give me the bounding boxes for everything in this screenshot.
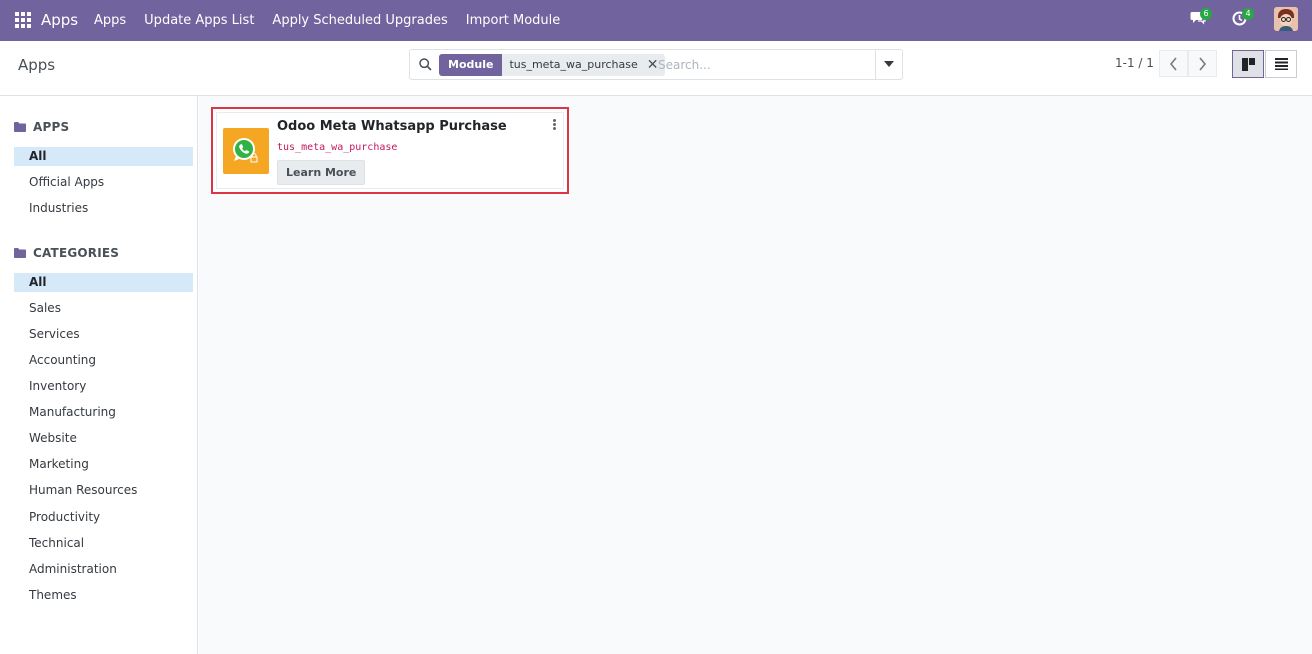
apps-filter-all[interactable]: All [14, 147, 193, 166]
activities-button[interactable]: 4 [1232, 8, 1254, 29]
app-brand[interactable]: Apps [41, 11, 78, 29]
whatsapp-icon [233, 138, 258, 163]
pager-previous-button[interactable] [1159, 50, 1188, 77]
facet-value: tus_meta_wa_purchase [509, 58, 638, 71]
apps-grid-icon[interactable] [15, 12, 31, 28]
control-panel: Apps Module tus_meta_wa_purchase ✕ 1-1 /… [0, 41, 1312, 96]
category-technical[interactable]: Technical [14, 534, 193, 553]
chevron-left-icon [1170, 57, 1177, 71]
activities-count-badge: 4 [1242, 8, 1254, 20]
caret-down-icon [884, 61, 894, 67]
chevron-right-icon [1199, 57, 1206, 71]
category-manufacturing[interactable]: Manufacturing [14, 403, 193, 422]
close-icon[interactable]: ✕ [647, 54, 659, 76]
search-bar[interactable]: Module tus_meta_wa_purchase ✕ [409, 49, 903, 80]
search-input[interactable] [658, 55, 868, 75]
category-human-resources[interactable]: Human Resources [14, 481, 193, 500]
category-inventory[interactable]: Inventory [14, 377, 193, 396]
search-options-toggle[interactable] [875, 50, 902, 79]
menu-apply-scheduled-upgrades[interactable]: Apply Scheduled Upgrades [272, 13, 447, 28]
messages-count-badge: 6 [1200, 8, 1212, 20]
kanban-area: Odoo Meta Whatsapp Purchase tus_meta_wa_… [199, 96, 1312, 654]
app-icon [223, 128, 269, 174]
category-administration[interactable]: Administration [14, 560, 193, 579]
categories-heading-label: CATEGORIES [33, 246, 120, 260]
breadcrumb: Apps [18, 56, 56, 74]
category-services[interactable]: Services [14, 325, 193, 344]
module-card-highlight: Odoo Meta Whatsapp Purchase tus_meta_wa_… [211, 107, 569, 194]
apps-filter-official[interactable]: Official Apps [14, 173, 193, 192]
category-accounting[interactable]: Accounting [14, 351, 193, 370]
search-panel: APPS All Official Apps Industries CATEGO… [0, 96, 198, 654]
main-menu: Apps Update Apps List Apply Scheduled Up… [94, 13, 578, 28]
categories-section-heading: CATEGORIES [14, 246, 119, 260]
category-themes[interactable]: Themes [14, 586, 193, 605]
facet-label: Module [439, 54, 503, 76]
kanban-view-button[interactable] [1232, 50, 1264, 78]
category-website[interactable]: Website [14, 429, 193, 448]
category-marketing[interactable]: Marketing [14, 455, 193, 474]
pager-next-button[interactable] [1188, 50, 1217, 77]
apps-heading-label: APPS [33, 120, 70, 134]
module-card[interactable]: Odoo Meta Whatsapp Purchase tus_meta_wa_… [216, 112, 564, 189]
list-icon [1275, 58, 1288, 70]
folder-icon [14, 122, 26, 132]
menu-import-module[interactable]: Import Module [466, 13, 561, 28]
menu-update-apps-list[interactable]: Update Apps List [144, 13, 254, 28]
menu-apps[interactable]: Apps [94, 13, 126, 28]
module-technical-name: tus_meta_wa_purchase [277, 142, 398, 153]
category-productivity[interactable]: Productivity [14, 508, 193, 527]
module-title: Odoo Meta Whatsapp Purchase [277, 119, 507, 134]
search-facet[interactable]: Module tus_meta_wa_purchase ✕ [439, 54, 666, 76]
search-icon[interactable] [419, 58, 432, 71]
category-sales[interactable]: Sales [14, 299, 193, 318]
systray: 6 4 [1168, 7, 1298, 31]
messages-button[interactable]: 6 [1190, 8, 1212, 29]
folder-icon [14, 248, 26, 258]
list-view-button[interactable] [1265, 50, 1297, 78]
kebab-menu-icon[interactable] [553, 119, 557, 131]
apps-section-heading: APPS [14, 120, 69, 134]
kanban-icon [1242, 58, 1255, 71]
facet-value-wrap: tus_meta_wa_purchase ✕ [502, 54, 666, 76]
learn-more-button[interactable]: Learn More [277, 160, 366, 185]
user-avatar[interactable] [1274, 7, 1298, 31]
top-navbar: Apps Apps Update Apps List Apply Schedul… [0, 0, 1312, 41]
pager-value[interactable]: 1-1 / 1 [1115, 56, 1154, 70]
apps-filter-industries[interactable]: Industries [14, 199, 193, 218]
category-all[interactable]: All [14, 273, 193, 292]
